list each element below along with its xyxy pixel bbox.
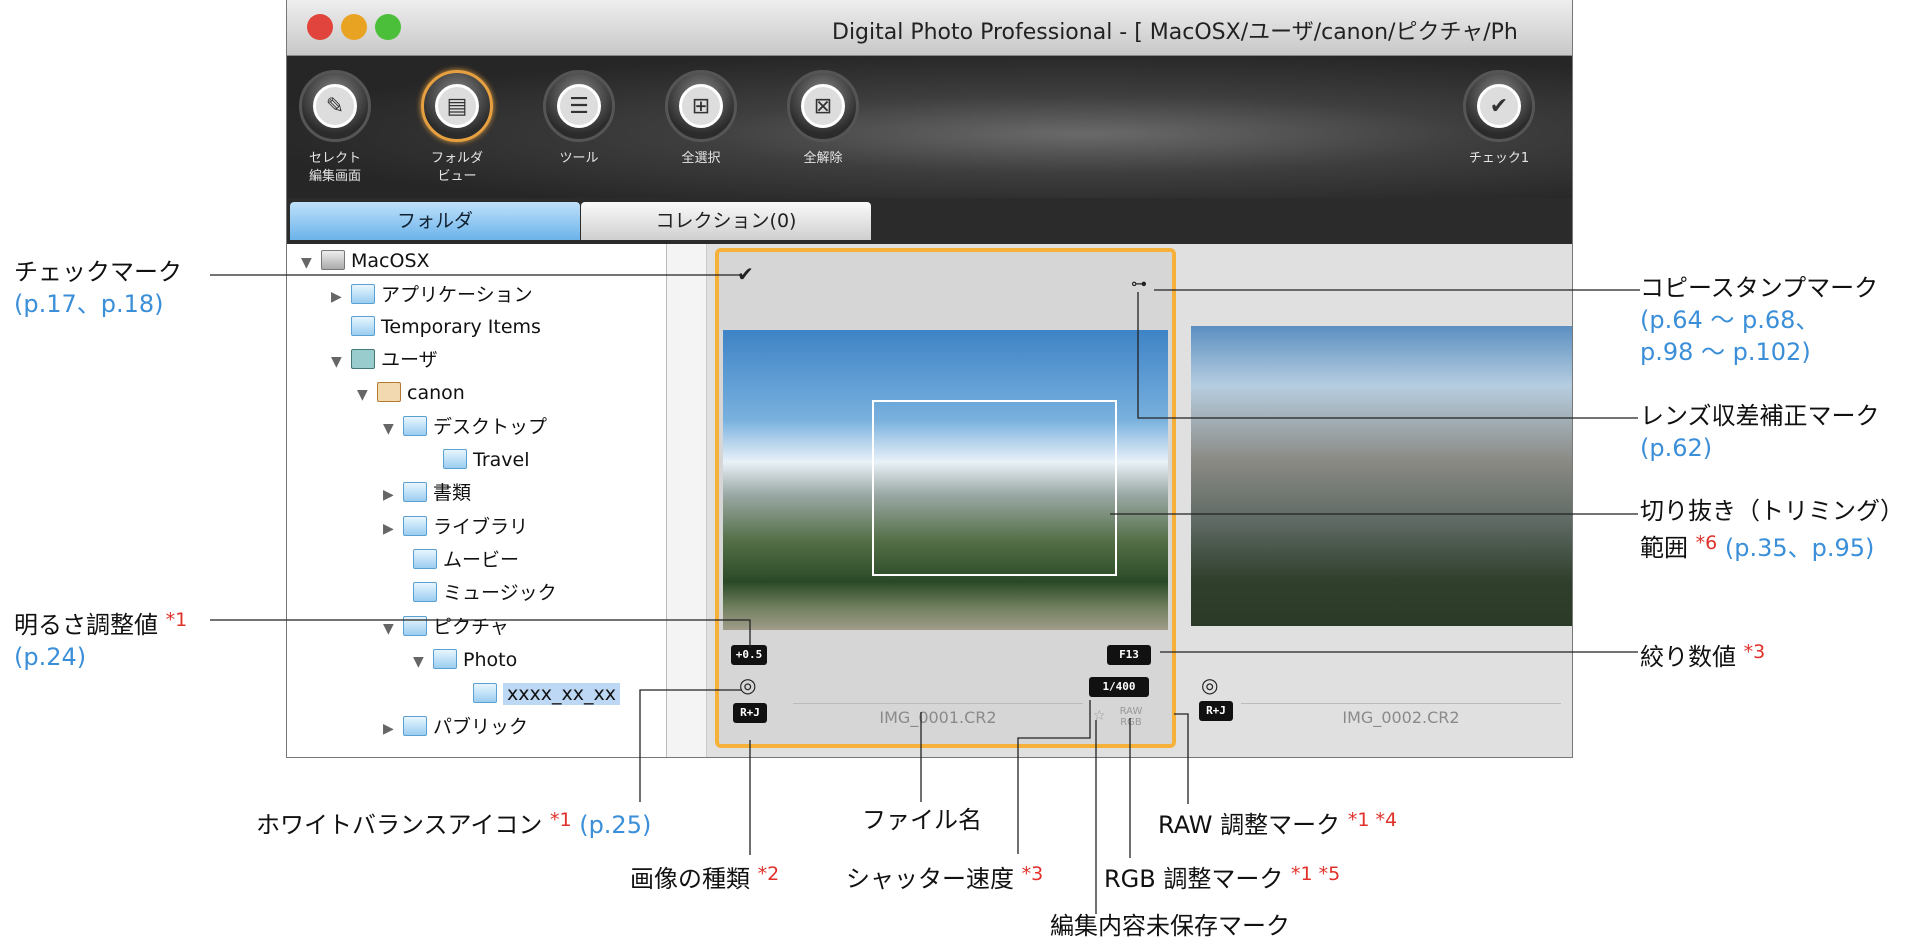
callout-check-mark-ref: (p.17、p.18) [14, 290, 164, 318]
callout-filename-text: ファイル名 [862, 806, 982, 834]
callout-lens-text: レンズ収差補正マーク [1640, 402, 1880, 430]
callout-aperture-star: *3 [1743, 641, 1766, 663]
leader-lines [210, 274, 1640, 914]
callout-rgb-text: RGB 調整マーク [1104, 865, 1284, 893]
callout-wb-star: *1 [549, 809, 572, 831]
leader-raw [1174, 713, 1189, 804]
callout-copy-stamp: コピースタンプマーク (p.64 ～ p.68、 p.98 ～ p.102) [1640, 272, 1878, 368]
callout-crop-star: *6 [1695, 532, 1718, 554]
callout-white-balance: ホワイトバランスアイコン *1 (p.25) [256, 804, 651, 841]
callout-check-mark: チェックマーク (p.17、p.18) [14, 256, 182, 320]
callout-raw-star: *1 *4 [1347, 809, 1398, 831]
leader-brightness [210, 619, 751, 648]
callout-shutter-text: シャッター速度 [846, 865, 1014, 893]
callout-aperture: 絞り数値 *3 [1640, 636, 1765, 673]
callout-unsaved: 編集内容未保存マーク [1050, 910, 1290, 942]
callout-brightness-ref: (p.24) [14, 643, 87, 671]
callout-wb-text: ホワイトバランスアイコン [256, 811, 543, 839]
callout-check-mark-text: チェックマーク [14, 258, 182, 286]
callout-aperture-text: 絞り数値 [1640, 643, 1736, 671]
callout-crop-ref: (p.35、p.95) [1724, 534, 1875, 562]
callout-rgb: RGB 調整マーク *1 *5 [1104, 858, 1340, 895]
callout-copy-stamp-ref2: p.98 ～ p.102) [1640, 338, 1811, 366]
callout-rgb-star: *1 *5 [1291, 863, 1341, 885]
callout-shutter-star: *3 [1021, 863, 1044, 885]
callout-filename: ファイル名 [862, 804, 982, 836]
callout-brightness-star: *1 [165, 609, 188, 631]
leader-shutter [1017, 700, 1091, 854]
callout-shutter: シャッター速度 *3 [846, 858, 1043, 895]
callout-crop: 切り抜き（トリミング） 範囲 *6 (p.35、p.95) [1640, 495, 1904, 564]
callout-unsaved-text: 編集内容未保存マーク [1050, 912, 1290, 940]
callout-copy-stamp-ref1: (p.64 ～ p.68、 [1640, 306, 1820, 334]
callout-type-star: *2 [757, 863, 780, 885]
callout-raw-text: RAW 調整マーク [1158, 811, 1341, 839]
leader-white-balance [639, 689, 742, 802]
callout-wb-ref: (p.25) [579, 811, 652, 839]
callout-type-text: 画像の種類 [630, 865, 750, 893]
callout-raw: RAW 調整マーク *1 *4 [1158, 804, 1397, 841]
callout-brightness: 明るさ調整値 *1 (p.24) [14, 604, 187, 673]
callout-lens: レンズ収差補正マーク (p.62) [1640, 400, 1880, 464]
callout-image-type: 画像の種類 *2 [630, 858, 779, 895]
callout-crop-text2: 範囲 [1640, 534, 1688, 562]
callout-copy-stamp-text: コピースタンプマーク [1640, 274, 1879, 302]
callout-crop-text1: 切り抜き（トリミング） [1640, 497, 1904, 525]
manual-figure: Digital Photo Professional - [ MacOSX/ユー… [0, 0, 1931, 944]
callout-brightness-text: 明るさ調整値 [14, 611, 158, 639]
callout-lens-ref: (p.62) [1640, 434, 1713, 462]
leader-lens [1137, 292, 1638, 419]
